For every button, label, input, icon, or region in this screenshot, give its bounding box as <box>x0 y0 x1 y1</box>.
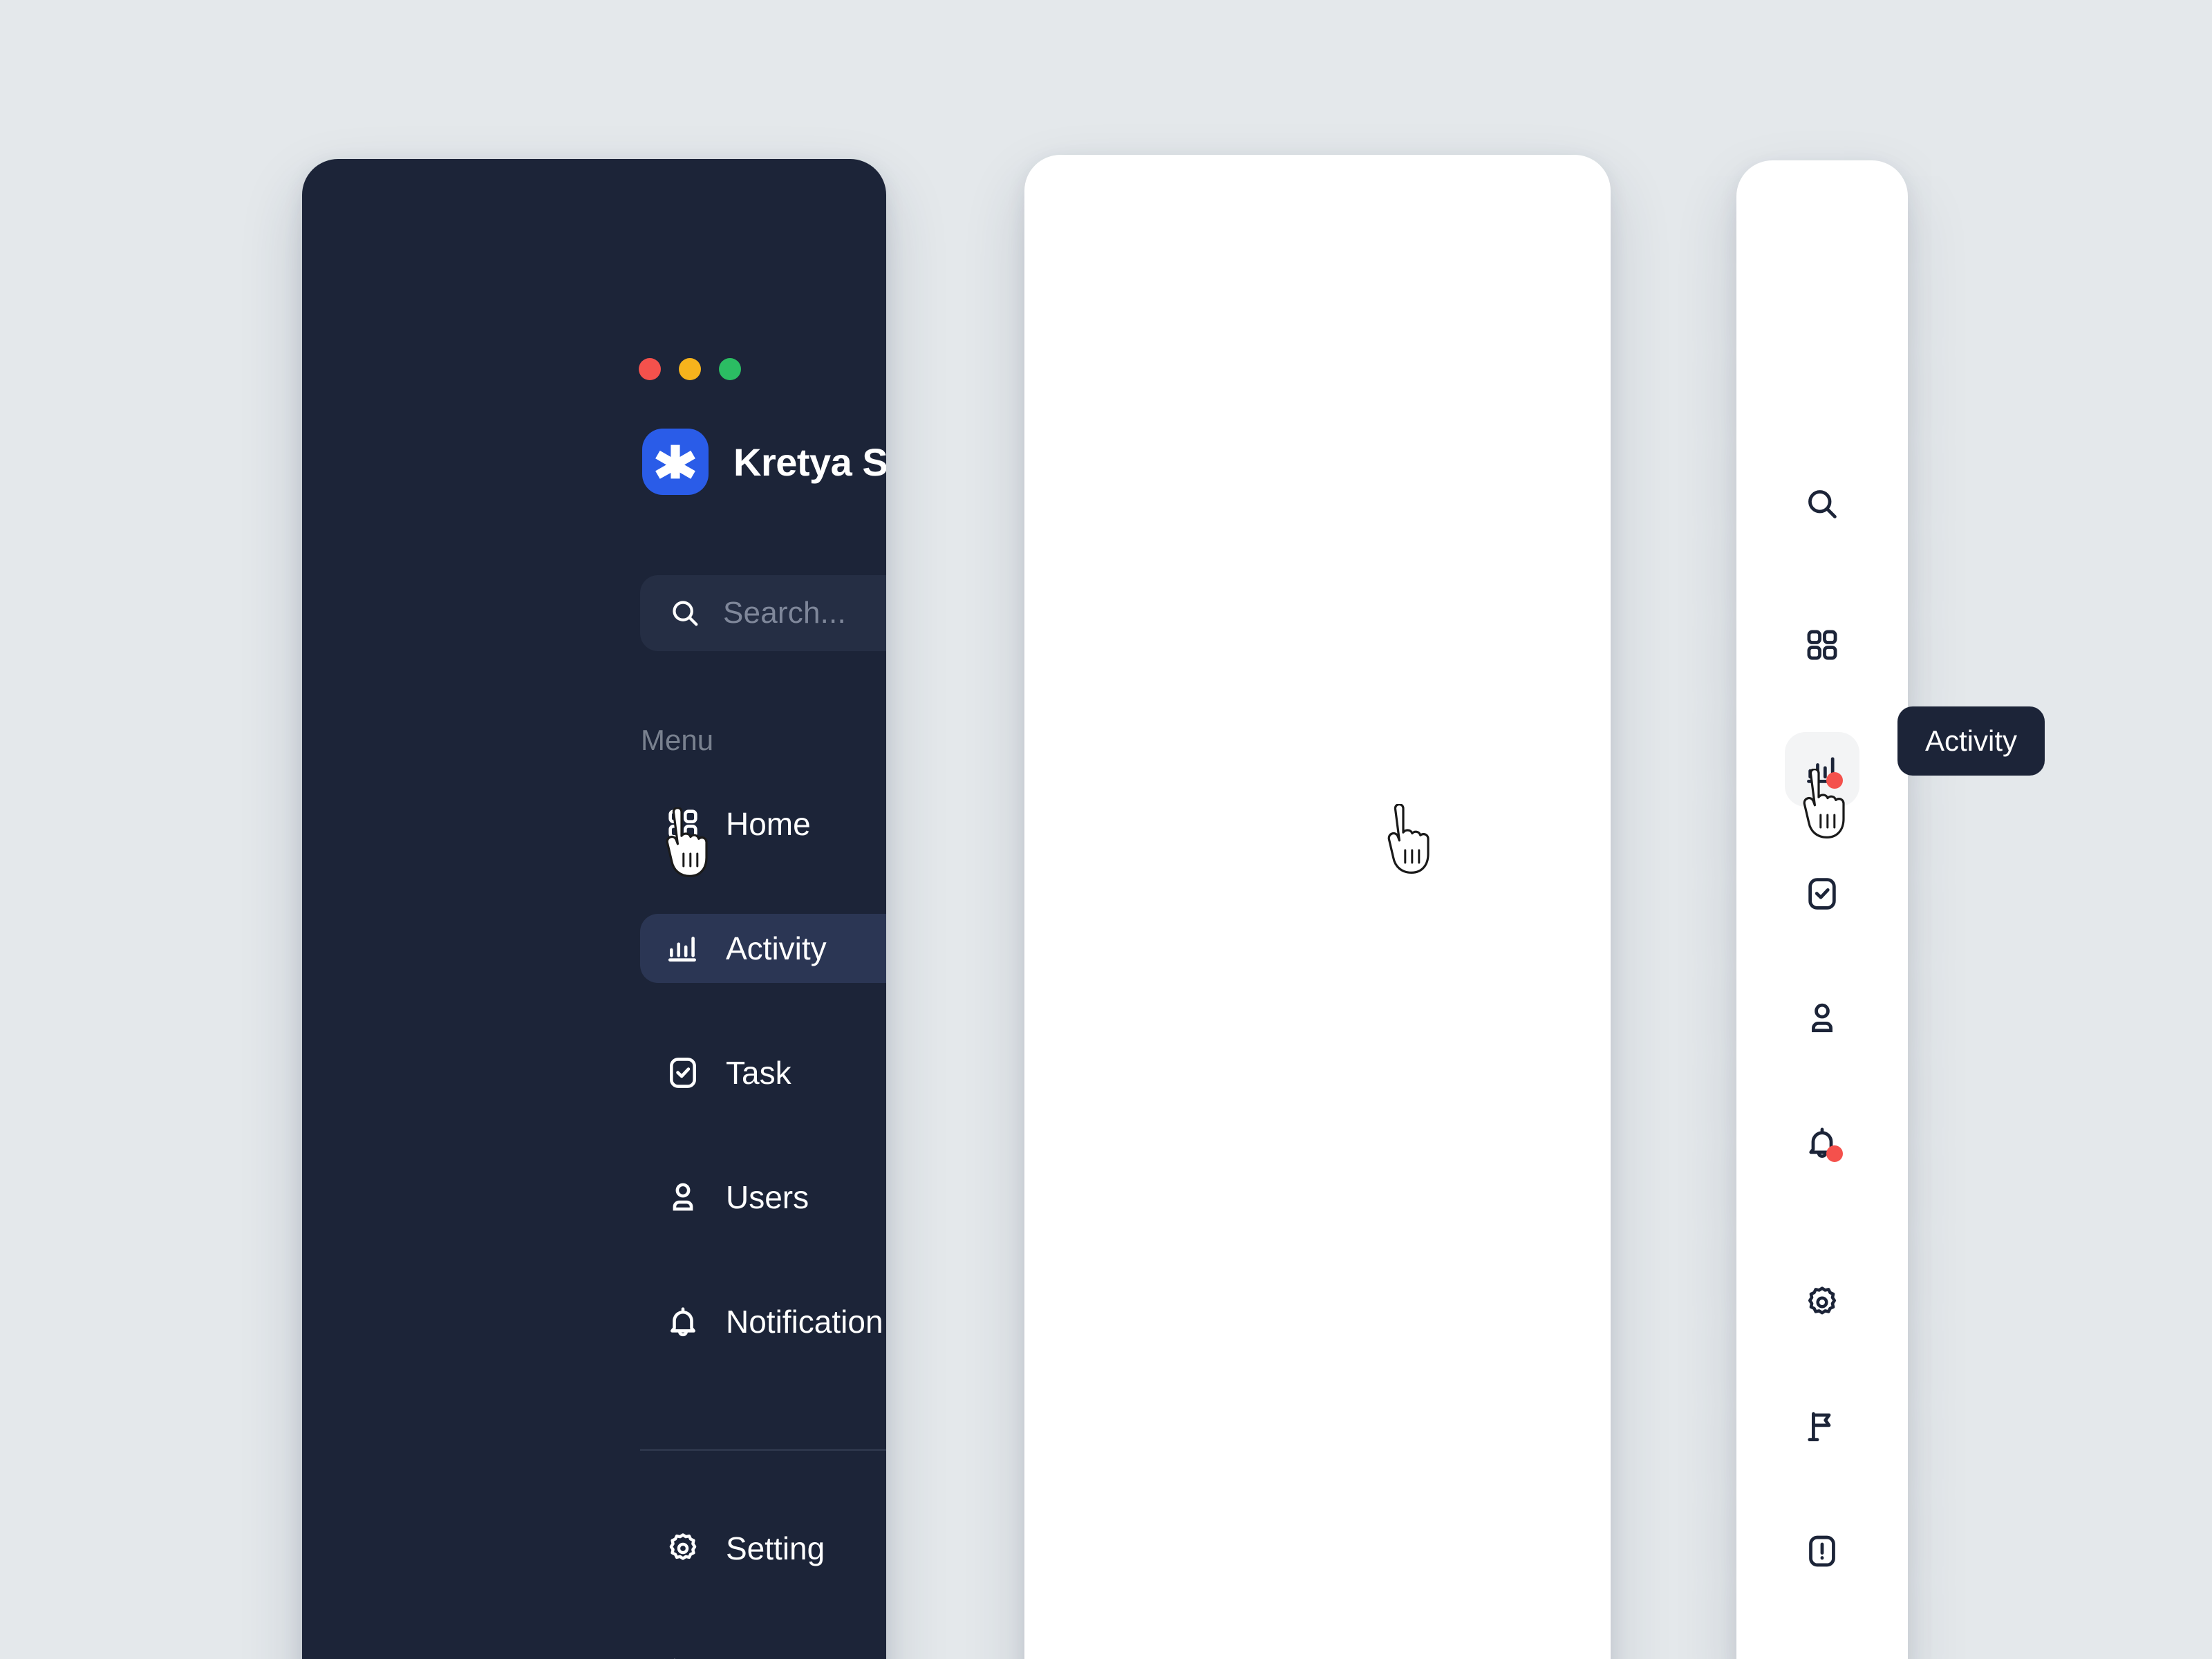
bell-icon <box>1785 1105 1859 1180</box>
pointing-hand-cursor <box>655 807 713 879</box>
checkbox-icon <box>1785 856 1859 931</box>
search-icon <box>1785 467 1859 541</box>
sidebar-item-label: Task <box>726 1055 791 1091</box>
grid-icon <box>1785 608 1859 682</box>
sidebar-nav-dark: Home Activity 10 Ta <box>640 789 886 1412</box>
minimize-icon[interactable] <box>679 358 701 380</box>
sidebar-divider <box>640 1449 886 1451</box>
app-title: Kretya Studio <box>733 440 886 484</box>
bar-chart-icon <box>665 930 701 966</box>
search-placeholder: Search... <box>723 596 846 630</box>
app-logo-icon <box>642 429 709 495</box>
gear-icon <box>665 1530 701 1566</box>
user-icon <box>665 1179 701 1215</box>
bell-icon <box>665 1304 701 1340</box>
flag-icon <box>665 1655 701 1659</box>
sidebar-item-activity[interactable]: Activity 10 <box>640 914 886 983</box>
rail-item-notification[interactable] <box>1736 1105 1908 1180</box>
search-field-dark[interactable]: Search... <box>640 575 886 651</box>
sidebar-item-report[interactable]: Report <box>640 1638 886 1659</box>
sidebar-item-label: Setting <box>726 1530 825 1566</box>
sidebar-item-label: Users <box>726 1179 809 1215</box>
menu-section-label: Menu <box>641 724 714 756</box>
rail-item-support[interactable] <box>1736 1514 1908 1588</box>
sidebar-item-label: Report <box>726 1654 821 1659</box>
pointing-hand-cursor <box>1792 769 1850 841</box>
sidebar-footer-nav-dark: Setting Report Support <box>640 1514 886 1659</box>
rail-tooltip-activity: Activity <box>1897 706 2045 776</box>
checkbox-icon <box>665 1055 701 1091</box>
rail-item-users[interactable] <box>1736 981 1908 1056</box>
gear-icon <box>1785 1265 1859 1340</box>
flag-icon <box>1785 1389 1859 1464</box>
rail-item-setting[interactable] <box>1736 1265 1908 1340</box>
sidebar-item-notification[interactable]: Notification 21 <box>640 1287 886 1356</box>
rail-item-search[interactable] <box>1736 467 1908 541</box>
sidebar-panel-dark: Kretya Studio Search... Menu Home <box>302 159 886 1659</box>
sidebar-item-setting[interactable]: Setting <box>640 1514 886 1583</box>
sidebar-item-label: Activity <box>726 930 827 966</box>
sidebar-panel-light: Kretya Studio Search... Menu Home <box>1024 155 1611 1659</box>
sidebar-item-label: Home <box>726 806 811 842</box>
user-icon <box>1785 981 1859 1056</box>
pointing-hand-cursor <box>1377 804 1435 876</box>
sidebar-item-task[interactable]: Task <box>640 1038 886 1107</box>
sidebar-item-users[interactable]: Users <box>640 1163 886 1232</box>
rail-item-report[interactable] <box>1736 1389 1908 1464</box>
rail-footer-nav <box>1736 1265 1908 1588</box>
support-icon <box>1785 1514 1859 1588</box>
sidebar-item-label: Notification <box>726 1304 883 1340</box>
search-icon <box>669 597 701 629</box>
brand[interactable]: Kretya Studio <box>642 429 886 495</box>
rail-item-home[interactable] <box>1736 608 1908 682</box>
close-icon[interactable] <box>639 358 661 380</box>
rail-item-task[interactable] <box>1736 856 1908 931</box>
maximize-icon[interactable] <box>719 358 741 380</box>
window-controls <box>639 358 741 380</box>
notification-dot <box>1826 1145 1843 1162</box>
